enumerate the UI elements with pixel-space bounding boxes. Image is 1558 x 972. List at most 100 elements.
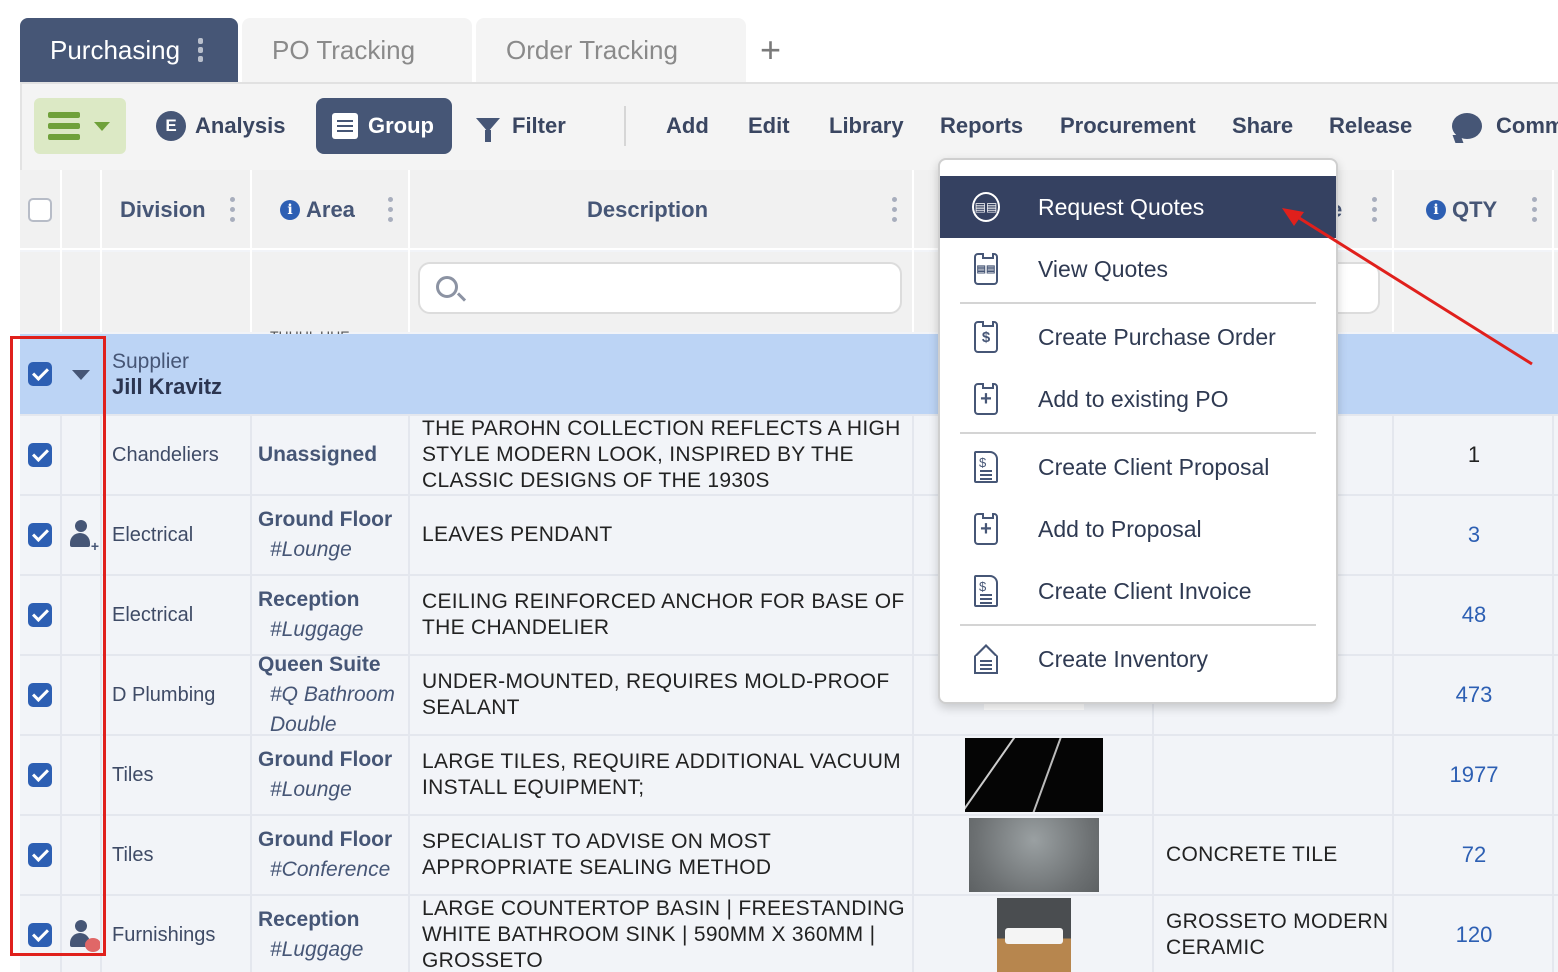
add-button[interactable]: Add — [666, 98, 709, 154]
qty-cell[interactable]: 1977 — [1396, 736, 1552, 814]
menu-item-add-to-proposal[interactable]: + Add to Proposal — [940, 498, 1336, 560]
status-cell — [64, 656, 100, 734]
tab-purchasing[interactable]: Purchasing — [20, 18, 238, 82]
product-thumbnail[interactable] — [969, 818, 1099, 892]
tab-label: Purchasing — [50, 34, 181, 65]
filter-icon — [476, 118, 500, 142]
reports-button[interactable]: Reports — [940, 98, 1023, 154]
column-header-division[interactable]: Division — [120, 170, 206, 250]
group-checkbox[interactable] — [28, 362, 52, 386]
description-cell: LARGE TILES, REQUIRE ADDITIONAL VACUUM I… — [422, 750, 901, 799]
menu-item-create-inventory[interactable]: Create Inventory — [940, 628, 1336, 690]
divider — [1392, 414, 1394, 972]
area-name: Unassigned — [258, 443, 378, 466]
division-cell: Tiles — [112, 843, 154, 866]
select-cell — [28, 736, 56, 814]
share-button[interactable]: Share — [1232, 98, 1293, 154]
divider — [60, 170, 62, 332]
area-cell: Reception #Luggage — [258, 896, 410, 972]
add-to-po-icon: + — [972, 383, 1000, 415]
area-name: Reception — [258, 588, 360, 611]
row-checkbox[interactable] — [28, 523, 52, 547]
row-checkbox[interactable] — [28, 443, 52, 467]
column-header-qty[interactable]: i QTY — [1426, 170, 1497, 250]
select-cell — [28, 816, 56, 894]
column-header-area[interactable]: i Area — [280, 170, 355, 250]
menu-item-request-quotes[interactable]: ▤▤ Request Quotes — [940, 176, 1336, 238]
menu-item-create-client-proposal[interactable]: $ Create Client Proposal — [940, 436, 1336, 498]
group-button[interactable]: Group — [316, 98, 452, 154]
column-options-icon[interactable] — [1372, 197, 1377, 222]
area-tag: #Luggage — [270, 938, 364, 961]
row-checkbox[interactable] — [28, 843, 52, 867]
group-label: Supplier — [112, 350, 190, 373]
column-options-icon[interactable] — [1532, 197, 1537, 222]
area-tag: #Luggage — [270, 618, 364, 641]
column-header-description[interactable]: Description — [587, 170, 708, 250]
description-search-input[interactable] — [418, 262, 902, 314]
description-cell: CEILING REINFORCED ANCHOR FOR BASE OF TH… — [422, 590, 905, 639]
edit-button[interactable]: Edit — [748, 98, 790, 154]
analysis-button[interactable]: E Analysis — [156, 98, 286, 154]
comments-label: Comm — [1496, 113, 1558, 138]
menu-divider — [960, 624, 1316, 626]
menu-item-view-quotes[interactable]: ▤▤ View Quotes — [940, 238, 1336, 300]
divider — [250, 170, 252, 332]
divider — [60, 414, 62, 972]
area-name: Ground Floor — [258, 748, 393, 771]
column-header-label: Area — [306, 197, 355, 222]
library-button[interactable]: Library — [829, 98, 904, 154]
divider — [100, 414, 102, 972]
client-proposal-icon: $ — [972, 451, 1000, 483]
qty-cell[interactable]: 120 — [1396, 896, 1552, 972]
division-cell: Furnishings — [112, 923, 216, 946]
user-comment-icon[interactable] — [69, 920, 100, 952]
chevron-down-icon — [94, 121, 110, 131]
tab-po-tracking[interactable]: PO Tracking — [242, 18, 472, 82]
analysis-label: Analysis — [195, 113, 286, 138]
procurement-dropdown-menu: ▤▤ Request Quotes ▤▤ View Quotes $ Creat… — [938, 158, 1338, 704]
row-checkbox[interactable] — [28, 683, 52, 707]
add-tab-button[interactable]: + — [760, 32, 781, 68]
qty-cell[interactable]: 72 — [1396, 816, 1552, 894]
tab-options-icon[interactable] — [198, 38, 204, 62]
collapse-caret-icon[interactable] — [72, 370, 90, 380]
filter-button[interactable]: Filter — [476, 98, 566, 154]
row-checkbox[interactable] — [28, 603, 52, 627]
row-checkbox[interactable] — [28, 763, 52, 787]
qty-cell[interactable]: 473 — [1396, 656, 1552, 734]
divider — [100, 170, 102, 332]
column-options-icon[interactable] — [388, 197, 393, 222]
column-options-icon[interactable] — [892, 197, 897, 222]
description-cell: THE PAROHN COLLECTION REFLECTS A HIGH ST… — [422, 417, 901, 492]
procurement-button[interactable]: Procurement — [1060, 98, 1196, 154]
divider — [1552, 414, 1554, 972]
status-cell — [64, 736, 100, 814]
image-cell — [916, 896, 1152, 972]
area-name: Ground Floor — [258, 828, 393, 851]
view-menu-button[interactable] — [34, 98, 126, 154]
menu-item-add-to-existing-po[interactable]: + Add to existing PO — [940, 368, 1336, 430]
division-cell: D Plumbing — [112, 683, 216, 706]
select-all-checkbox[interactable] — [28, 198, 52, 222]
menu-item-create-client-invoice[interactable]: $ Create Client Invoice — [940, 560, 1336, 622]
qty-cell[interactable]: 48 — [1396, 576, 1552, 654]
user-add-icon[interactable]: + — [69, 520, 99, 554]
tab-order-tracking[interactable]: Order Tracking — [476, 18, 746, 82]
menu-item-create-purchase-order[interactable]: $ Create Purchase Order — [940, 306, 1336, 368]
area-cell: Ground Floor #Lounge — [258, 496, 410, 574]
division-cell: Chandeliers — [112, 443, 219, 466]
comments-button[interactable]: Comm — [1452, 98, 1558, 154]
tab-label: Order Tracking — [506, 34, 678, 65]
product-thumbnail[interactable] — [997, 898, 1071, 972]
divider — [408, 170, 410, 332]
view-quotes-icon: ▤▤ — [972, 253, 1000, 285]
row-checkbox[interactable] — [28, 923, 52, 947]
select-cell — [28, 416, 56, 494]
comment-icon — [1452, 113, 1482, 139]
product-thumbnail[interactable] — [965, 738, 1103, 812]
release-button[interactable]: Release — [1329, 98, 1412, 154]
name-cell: GROSSETO MODERN CERAMIC — [1166, 910, 1389, 959]
qty-cell[interactable]: 3 — [1396, 496, 1552, 574]
column-options-icon[interactable] — [230, 197, 235, 222]
